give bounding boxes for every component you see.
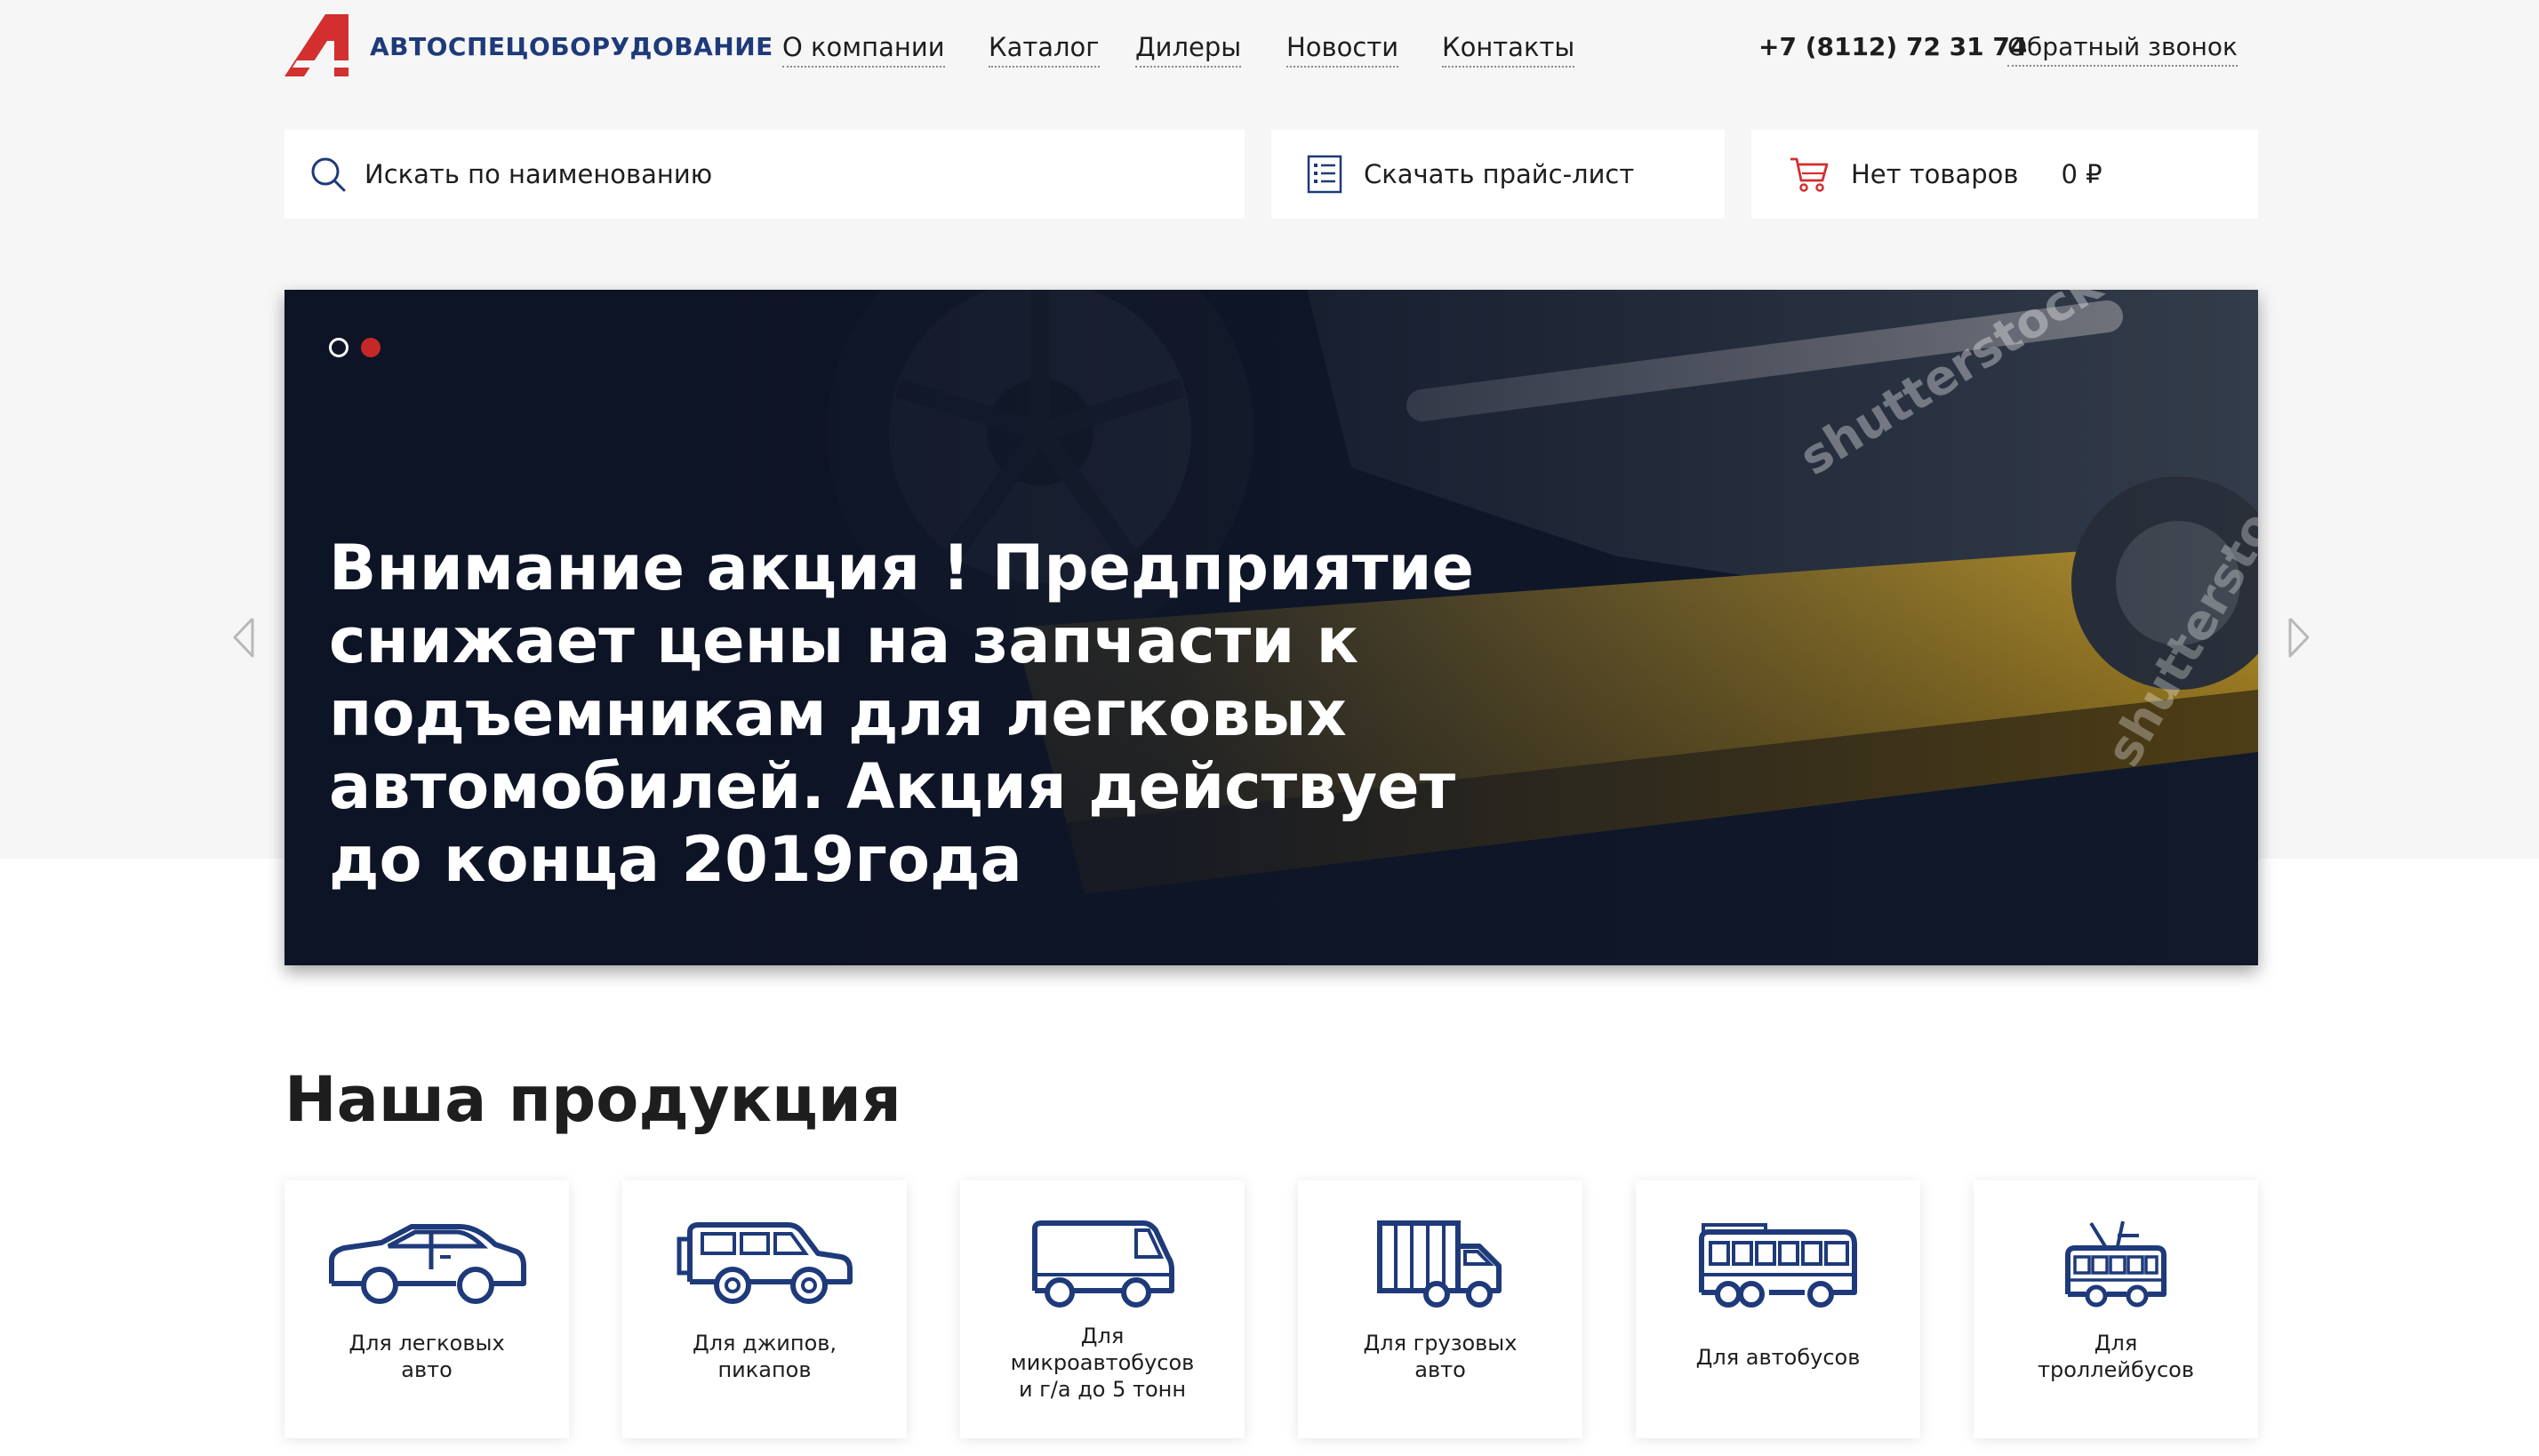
cart-icon	[1790, 157, 1829, 192]
nav-item-contacts[interactable]: Контакты	[1442, 32, 1575, 68]
slider-dot-2[interactable]	[361, 338, 380, 357]
product-card-trolleybuses[interactable]: Для троллейбусов	[1974, 1180, 2258, 1438]
slider-dot-1[interactable]	[329, 338, 348, 357]
product-card-label: Для троллейбусов	[2038, 1331, 2194, 1382]
van-icon	[1032, 1220, 1174, 1308]
jeep-icon	[677, 1222, 853, 1304]
brand-name[interactable]: АВТОСПЕЦОБОРУДОВАНИЕ	[370, 32, 773, 61]
slide-title: Внимание акция ! Предприятие снижает цен…	[329, 532, 1475, 896]
product-card-label: Для микроавтобусов и г/а до 5 тонн	[1010, 1324, 1195, 1402]
promo-slider[interactable]: shutterstock shutterstock Внимание акция…	[284, 290, 2258, 965]
slider-pagination	[329, 338, 380, 357]
nav-item-about[interactable]: О компании	[782, 32, 945, 68]
product-card-jeeps[interactable]: Для джипов, пикапов	[622, 1180, 907, 1438]
search-bar	[284, 130, 1245, 219]
product-card-trucks[interactable]: Для грузовых авто	[1298, 1180, 1582, 1438]
slider-next-arrow-icon[interactable]	[2283, 613, 2315, 661]
product-card-label: Для грузовых авто	[1363, 1331, 1518, 1382]
cart-label: Нет товаров	[1851, 159, 2019, 189]
price-list-icon	[1307, 155, 1342, 194]
trolleybus-icon	[2065, 1220, 2167, 1308]
search-icon[interactable]	[309, 156, 347, 193]
phone-number[interactable]: +7 (8112) 72 31 74	[1758, 32, 2027, 61]
product-card-label: Для легковых авто	[348, 1331, 505, 1382]
download-price-list-button[interactable]: Скачать прайс-лист	[1271, 130, 1725, 219]
nav-item-catalog[interactable]: Каталог	[989, 32, 1100, 68]
product-card-vans[interactable]: Для микроавтобусов и г/а до 5 тонн	[960, 1180, 1245, 1438]
cart-button[interactable]: Нет товаров 0 ₽	[1751, 130, 2258, 219]
truck-icon	[1377, 1220, 1502, 1308]
cart-sum: 0 ₽	[2061, 159, 2102, 189]
nav-item-dealers[interactable]: Дилеры	[1135, 32, 1242, 68]
search-input[interactable]	[364, 159, 1165, 189]
callback-link[interactable]: Обратный звонок	[2007, 32, 2238, 67]
product-card-buses[interactable]: Для автобусов	[1636, 1180, 1920, 1438]
products-heading: Наша продукция	[284, 1063, 901, 1136]
car-icon	[329, 1224, 526, 1304]
product-card-cars[interactable]: Для легковых авто	[284, 1180, 569, 1438]
product-card-label: Для автобусов	[1695, 1345, 1861, 1370]
slider-prev-arrow-icon[interactable]	[228, 613, 260, 661]
product-card-label: Для джипов, пикапов	[692, 1331, 837, 1382]
nav-item-news[interactable]: Новости	[1286, 32, 1399, 68]
bus-icon	[1699, 1223, 1857, 1308]
price-list-label: Скачать прайс-лист	[1364, 159, 1635, 189]
logo-icon[interactable]	[284, 14, 348, 76]
